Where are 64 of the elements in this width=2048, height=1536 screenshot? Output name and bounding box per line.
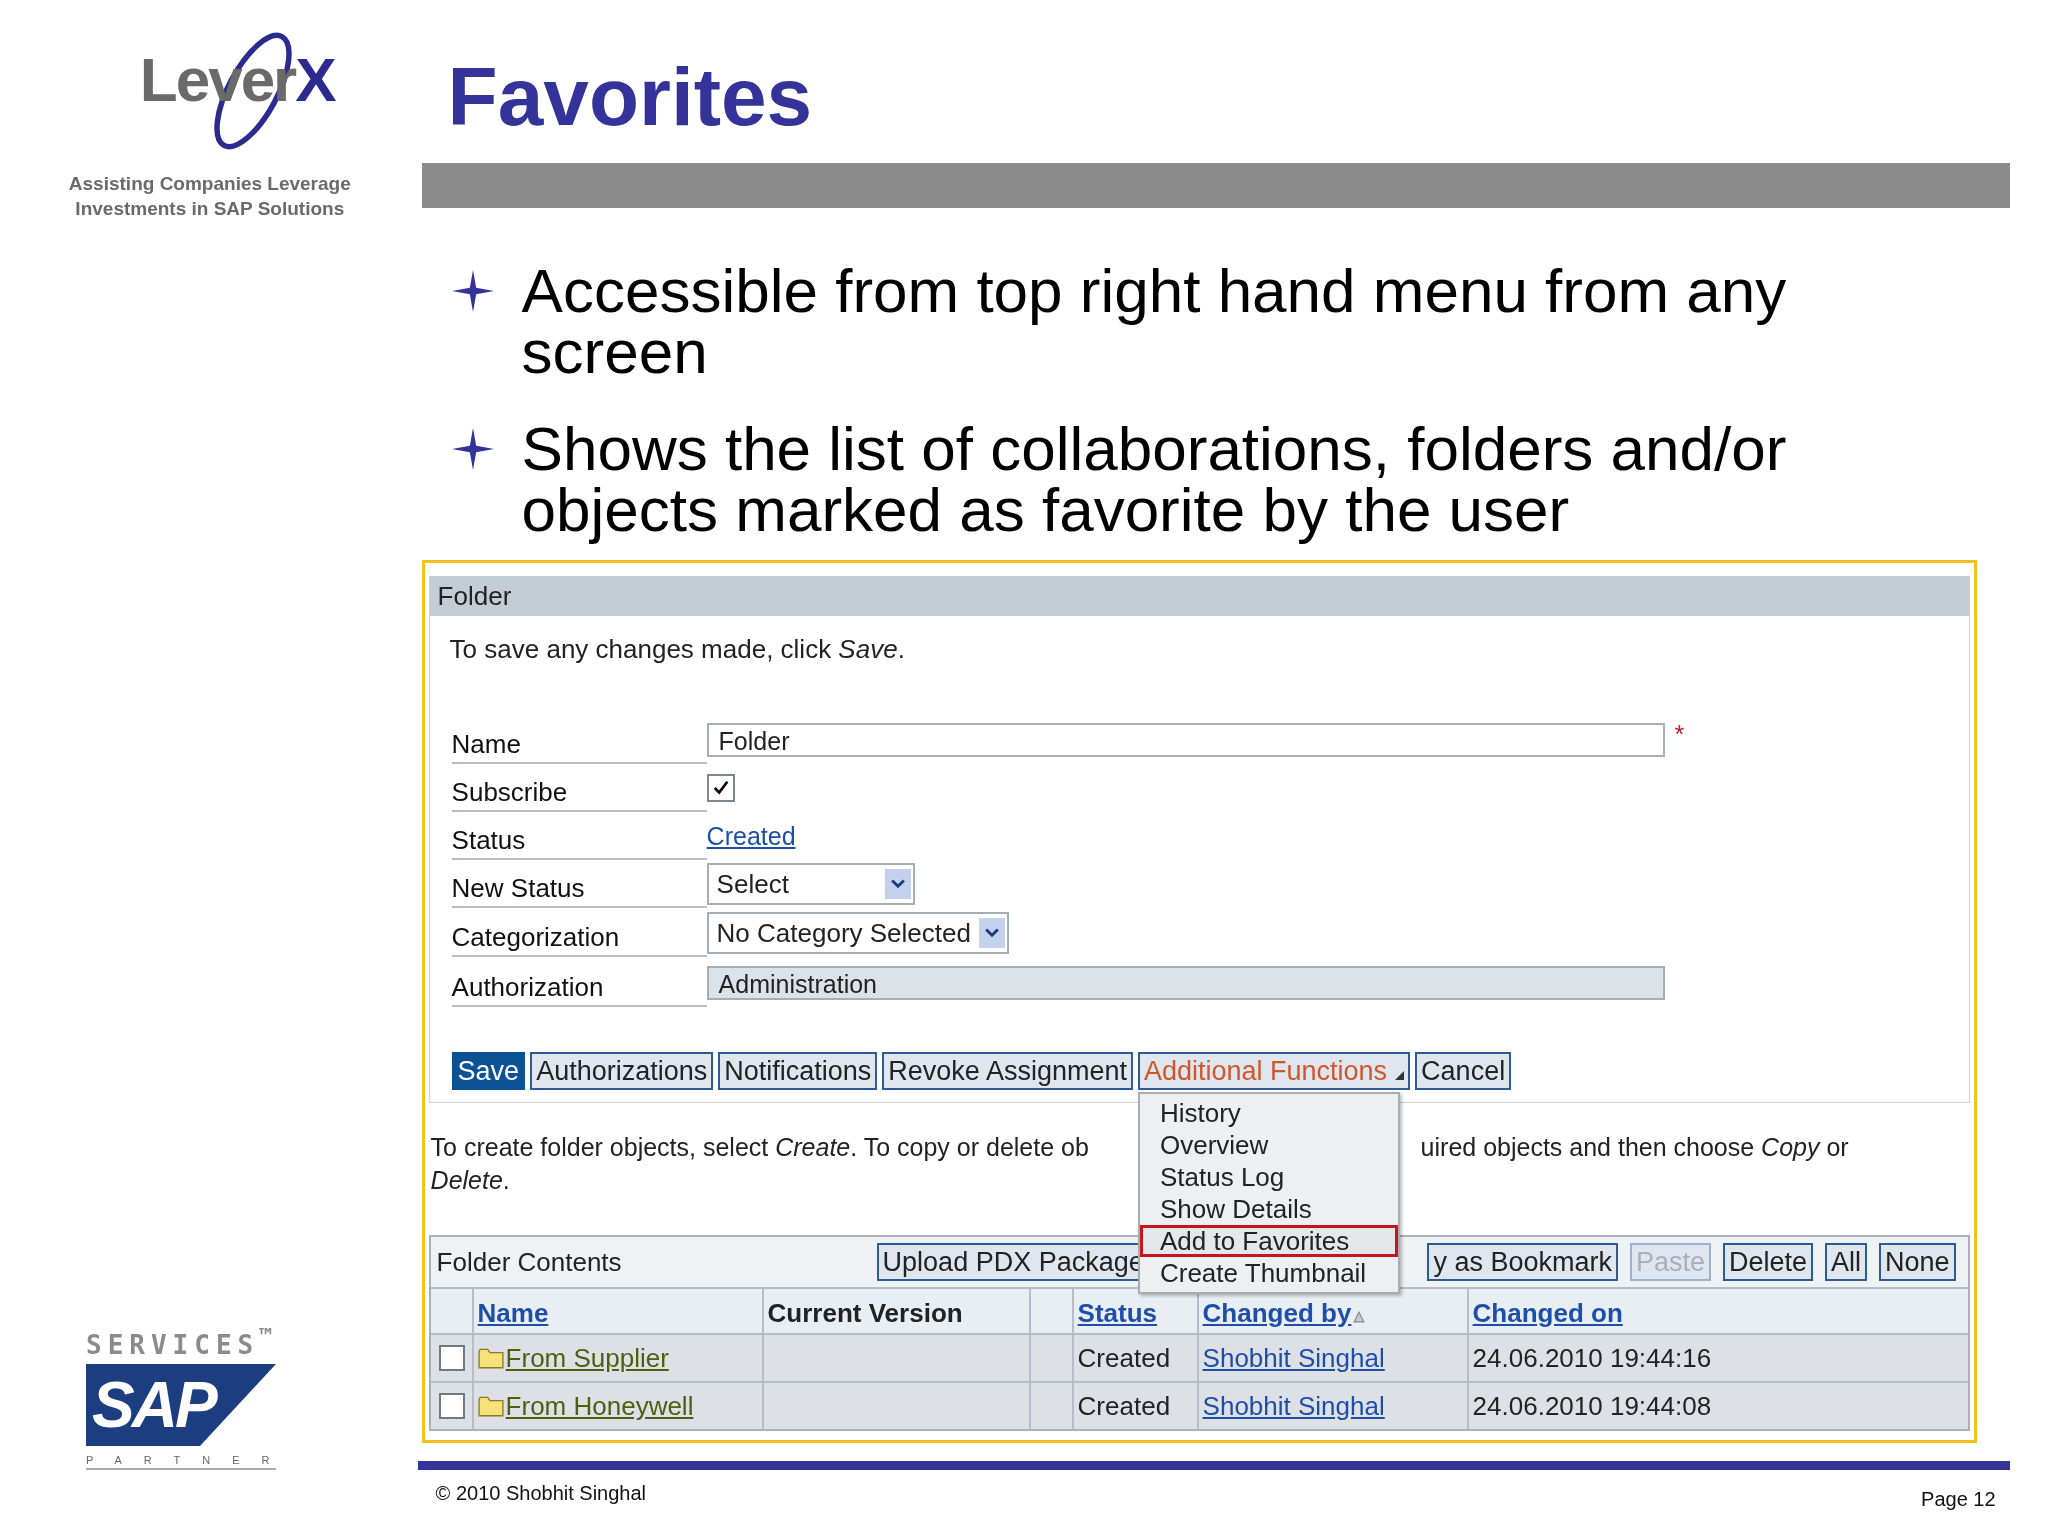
- field-label: Name: [451, 728, 707, 764]
- action-button[interactable]: Notifications: [718, 1052, 878, 1090]
- action-button[interactable]: Authorizations: [530, 1052, 714, 1090]
- row-checkbox[interactable]: [438, 1393, 465, 1419]
- logo-caption: SERVICES$^{™}$: [86, 1324, 276, 1360]
- chevron-down-icon[interactable]: [978, 918, 1005, 948]
- logo: SAP: [86, 1364, 276, 1446]
- page-number: Page 12: [1921, 1488, 1996, 1511]
- action-button[interactable]: Cancel: [1415, 1052, 1512, 1090]
- table-cell: 24.06.2010 19:44:16: [1468, 1333, 1968, 1381]
- dropdown[interactable]: No Category Selected: [706, 912, 1009, 954]
- chevron-down-icon[interactable]: [884, 869, 911, 899]
- menu-item[interactable]: Show Details: [1139, 1193, 1398, 1225]
- folder-link[interactable]: From Supplier: [505, 1342, 669, 1374]
- sort-icon: [1353, 1311, 1366, 1323]
- table-cell: Created: [1073, 1333, 1199, 1381]
- table-title: Folder Contents: [436, 1246, 623, 1278]
- bullet-text: Accessible from top right hand menu from any screen: [521, 260, 1788, 382]
- toolbar-button[interactable]: y as Bookmark: [1427, 1243, 1618, 1281]
- field-label: Subscribe: [451, 776, 707, 812]
- table-cell: [1030, 1381, 1074, 1429]
- table-cell: Created: [1073, 1381, 1199, 1429]
- subscribe-checkbox[interactable]: [706, 774, 735, 802]
- table-cell: [1030, 1333, 1074, 1381]
- menu-item[interactable]: History: [1139, 1097, 1398, 1129]
- action-button[interactable]: Save: [451, 1052, 526, 1090]
- action-button[interactable]: Revoke Assignment: [882, 1052, 1133, 1090]
- toolbar-button[interactable]: All: [1825, 1243, 1868, 1281]
- help-text: uired objects and then choose Copy or: [1420, 1133, 1849, 1162]
- slide-title: Favorites: [447, 56, 814, 138]
- panel-header: Folder: [429, 576, 1969, 616]
- toolbar-button[interactable]: None: [1879, 1243, 1956, 1281]
- field-label: Authorization: [451, 971, 707, 1007]
- authorization-field: Administration: [706, 966, 1665, 1000]
- triangle-icon: [1395, 1070, 1405, 1080]
- menu-item[interactable]: Add to Favorites: [1139, 1225, 1398, 1257]
- help-text: To create folder objects, select Create. To copy or delete ob: [430, 1133, 1090, 1162]
- table-cell: 24.06.2010 19:44:08: [1468, 1381, 1968, 1429]
- row-checkbox[interactable]: [438, 1345, 465, 1371]
- column-header[interactable]: Name: [473, 1287, 764, 1333]
- folder-icon: [477, 1347, 504, 1369]
- required-mark: *: [1674, 720, 1685, 749]
- help-text: Delete.: [430, 1166, 510, 1195]
- instruction-text: To save any changes made, click Save.: [448, 633, 906, 666]
- logo-caption: PARTNER: [86, 1446, 276, 1470]
- user-link[interactable]: Shobhit Singhal: [1202, 1390, 1385, 1422]
- menu-item[interactable]: Overview: [1139, 1129, 1398, 1161]
- folder-link[interactable]: From Honeywell: [505, 1390, 694, 1422]
- dropdown[interactable]: Select: [706, 863, 915, 905]
- toolbar-button[interactable]: Delete: [1723, 1243, 1814, 1281]
- tagline: Assisting Companies Leverage Investments in SAP Solutions: [68, 172, 351, 221]
- column-header[interactable]: Changed on: [1468, 1287, 1968, 1333]
- field-label: Status: [451, 824, 707, 860]
- status-link[interactable]: Created: [706, 821, 796, 851]
- field-label: Categorization: [451, 921, 707, 957]
- column-header[interactable]: Status: [1073, 1287, 1199, 1333]
- check-icon: [711, 779, 730, 797]
- name-field[interactable]: Folder: [706, 723, 1665, 757]
- user-link[interactable]: Shobhit Singhal: [1202, 1342, 1385, 1374]
- copyright-text: © 2010 Shobhit Singhal: [435, 1482, 647, 1506]
- menu-item[interactable]: Status Log: [1139, 1161, 1398, 1193]
- column-header: Current Version: [763, 1287, 1031, 1333]
- field-label: New Status: [451, 872, 707, 908]
- folder-icon: [477, 1395, 504, 1417]
